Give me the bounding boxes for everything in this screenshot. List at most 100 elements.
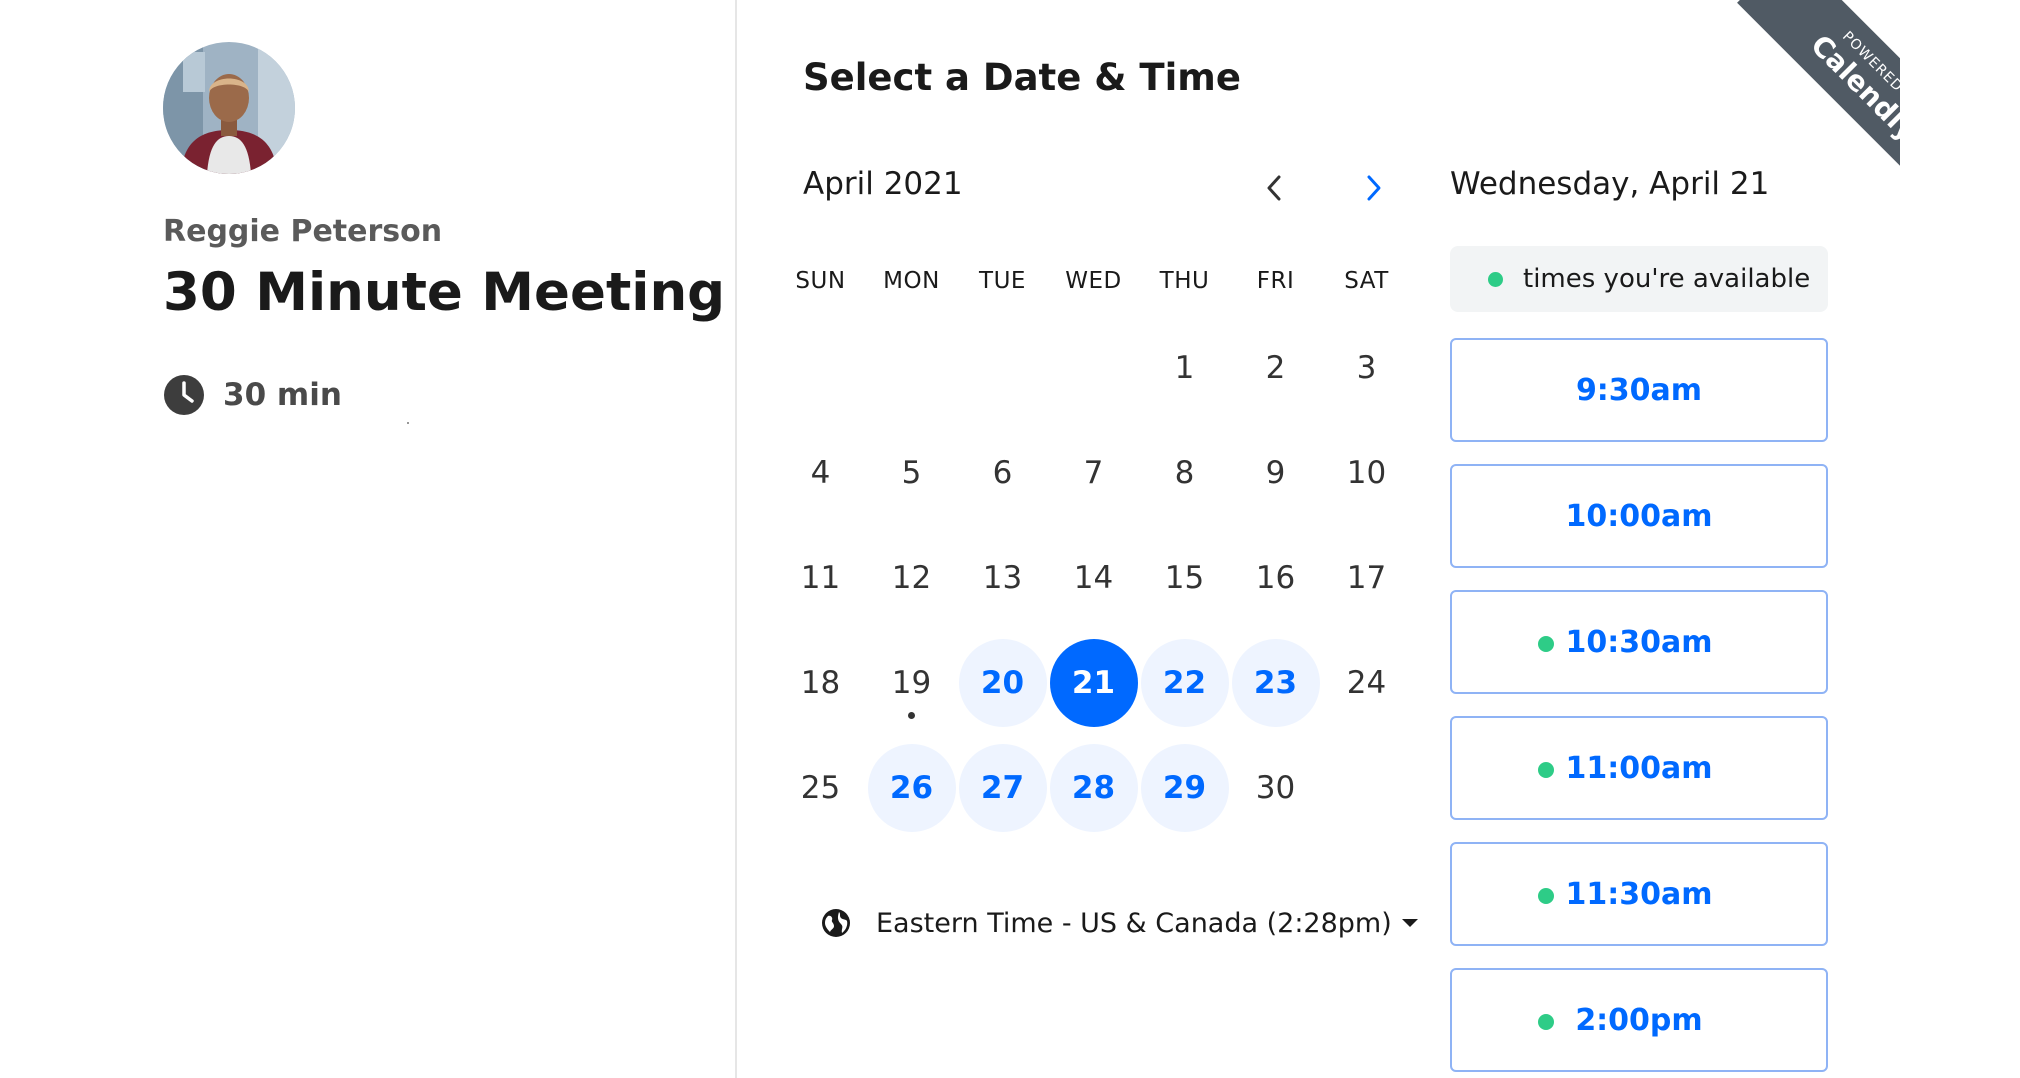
clock-icon [164, 375, 204, 415]
calendar-day-15: 15 [1139, 525, 1230, 630]
calendar-blank-cell [1048, 315, 1139, 420]
timezone-label: Eastern Time - US & Canada (2:28pm) [876, 907, 1392, 939]
calendar-blank-cell [775, 315, 866, 420]
day-number: 8 [1174, 454, 1195, 491]
calendar-day-10: 10 [1321, 420, 1412, 525]
scheduling-page: Reggie Peterson 30 Minute Meeting 30 min… [0, 0, 2020, 1078]
calendar-day-27[interactable]: 27 [957, 735, 1048, 840]
day-number: 16 [1255, 559, 1296, 596]
calendar-blank-cell [957, 315, 1048, 420]
time-slot-button[interactable]: 2:00pm [1450, 968, 1828, 1072]
previous-month-button[interactable] [1252, 166, 1296, 210]
weekday-label: FRI [1256, 268, 1295, 294]
availability-dot [1538, 888, 1554, 904]
legend-dot [1488, 271, 1503, 287]
day-number: 17 [1346, 559, 1387, 596]
day-number: 21 [1049, 638, 1138, 727]
stray-mark [407, 422, 409, 424]
calendar-day-23[interactable]: 23 [1230, 630, 1321, 735]
day-number: 22 [1140, 638, 1229, 727]
calendar-day-8: 8 [1139, 420, 1230, 525]
time-slot-label: 11:00am [1565, 750, 1713, 786]
ribbon-band: POWERED BY Calendly [1737, 0, 1900, 200]
organizer-name: Reggie Peterson [163, 214, 443, 249]
chevron-down-icon [1401, 919, 1418, 927]
weekday-label: SAT [1344, 268, 1389, 294]
time-slot-label: 2:00pm [1575, 1002, 1703, 1038]
calendar-day-16: 16 [1230, 525, 1321, 630]
time-slot-label: 10:00am [1565, 498, 1713, 534]
calendar-day-7: 7 [1048, 420, 1139, 525]
today-indicator [908, 712, 915, 719]
calendar-day-14: 14 [1048, 525, 1139, 630]
calendar-day-2: 2 [1230, 315, 1321, 420]
calendar-day-25: 25 [775, 735, 866, 840]
day-number: 1 [1174, 349, 1195, 386]
time-slot-label: 11:30am [1565, 876, 1713, 912]
calendar-day-22[interactable]: 22 [1139, 630, 1230, 735]
day-number: 4 [810, 454, 831, 491]
event-duration: 30 min [163, 374, 342, 416]
calendar-day-28[interactable]: 28 [1048, 735, 1139, 840]
time-slot-list: 9:30am 10:00am 10:30am 11:00am 11:30am 2:00pm [1450, 338, 1828, 1078]
weekday-header: SUN MON TUE WED THU FRI SAT [775, 268, 1415, 302]
time-slot-button[interactable]: 10:30am [1450, 590, 1828, 694]
calendar-day-9: 9 [1230, 420, 1321, 525]
calendar-day-26[interactable]: 26 [866, 735, 957, 840]
next-month-button[interactable] [1352, 166, 1396, 210]
day-number: 12 [891, 559, 932, 596]
timezone-selector[interactable]: Eastern Time - US & Canada (2:28pm) [820, 906, 1418, 940]
event-name: 30 Minute Meeting [163, 262, 726, 323]
calendar-day-6: 6 [957, 420, 1048, 525]
day-number: 13 [982, 559, 1023, 596]
calendar-grid: 1 2 3 4 5 6 7 8 9 10 11 12 13 14 15 16 17 18 19 20 21 22 23 24 2… [775, 315, 1415, 840]
time-slot-button[interactable]: 11:30am [1450, 842, 1828, 946]
time-slot-button[interactable]: 11:00am [1450, 716, 1828, 820]
calendar-day-3: 3 [1321, 315, 1412, 420]
calendar-day-21[interactable]: 21 [1048, 630, 1139, 735]
availability-dot [1538, 636, 1554, 652]
day-number: 26 [867, 743, 956, 832]
day-number: 29 [1140, 743, 1229, 832]
availability-dot [1538, 1014, 1554, 1030]
weekday-label: SUN [795, 268, 846, 294]
calendar-day-12: 12 [866, 525, 957, 630]
month-label: April 2021 [803, 166, 963, 202]
calendar-day-1: 1 [1139, 315, 1230, 420]
day-number: 6 [992, 454, 1013, 491]
time-slot-label: 9:30am [1575, 372, 1703, 408]
powered-by-ribbon[interactable]: POWERED BY Calendly [1700, 0, 1900, 200]
duration-label: 30 min [223, 377, 342, 413]
calendar-day-30: 30 [1230, 735, 1321, 840]
day-number: 7 [1083, 454, 1104, 491]
weekday-label: TUE [979, 268, 1026, 294]
calendar-day-24: 24 [1321, 630, 1412, 735]
weekday-label: WED [1065, 268, 1122, 294]
calendar-day-5: 5 [866, 420, 957, 525]
calendar-blank-cell [866, 315, 957, 420]
day-number: 15 [1164, 559, 1205, 596]
avatar [163, 42, 295, 174]
day-number: 14 [1073, 559, 1114, 596]
chevron-left-icon [1267, 175, 1281, 201]
day-number: 23 [1231, 638, 1320, 727]
calendar-day-29[interactable]: 29 [1139, 735, 1230, 840]
day-number: 3 [1356, 349, 1377, 386]
time-slot-label: 10:30am [1565, 624, 1713, 660]
panel-divider [735, 0, 737, 1078]
page-title: Select a Date & Time [803, 56, 1241, 99]
day-number: 10 [1346, 454, 1387, 491]
weekday-label: THU [1159, 268, 1210, 294]
time-slot-button[interactable]: 9:30am [1450, 338, 1828, 442]
day-number: 30 [1255, 769, 1296, 806]
day-number: 28 [1049, 743, 1138, 832]
time-slot-button[interactable]: 10:00am [1450, 464, 1828, 568]
chevron-right-icon [1367, 175, 1381, 201]
calendar-day-4: 4 [775, 420, 866, 525]
legend-label: times you're available [1523, 264, 1811, 294]
calendar-day-20[interactable]: 20 [957, 630, 1048, 735]
calendar-day-18: 18 [775, 630, 866, 735]
day-number: 27 [958, 743, 1047, 832]
day-number: 24 [1346, 664, 1387, 701]
day-number: 18 [800, 664, 841, 701]
